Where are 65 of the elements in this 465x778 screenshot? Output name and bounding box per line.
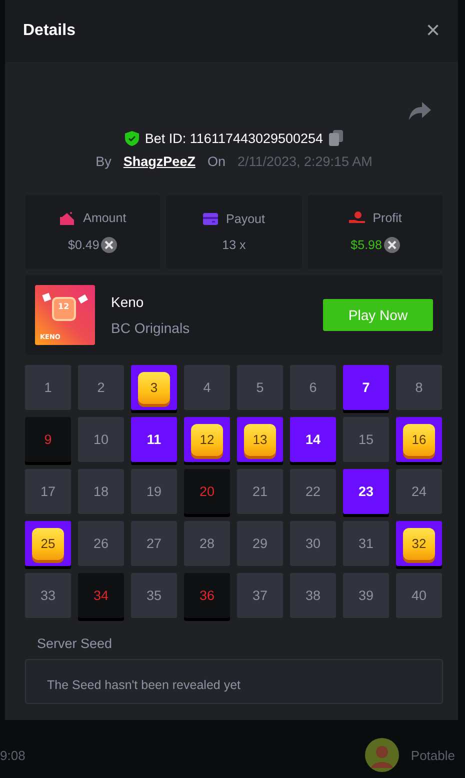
keno-tile: 33 <box>25 573 71 618</box>
bet-date: 2/11/2023, 2:29:15 AM <box>237 154 372 169</box>
keno-tile: 36 <box>184 573 230 618</box>
keno-tile: 24 <box>396 469 442 514</box>
keno-tile: 11 <box>131 417 177 462</box>
stat-label: Profit <box>372 211 402 225</box>
keno-tile: 1 <box>25 365 71 410</box>
seed-message: The Seed hasn't been revealed yet <box>47 678 240 692</box>
keno-tile: 18 <box>78 469 124 514</box>
keno-tile: 20 <box>184 469 230 514</box>
keno-tile: 30 <box>290 521 336 566</box>
keno-tile: 15 <box>343 417 389 462</box>
keno-tile: 5 <box>237 365 283 410</box>
shield-check-icon <box>124 130 139 146</box>
username-link[interactable]: ShagzPeeZ <box>123 154 196 169</box>
keno-tile: 14 <box>290 417 336 462</box>
keno-tile: 19 <box>131 469 177 514</box>
stat-label: Amount <box>83 211 126 225</box>
keno-tile: 8 <box>396 365 442 410</box>
keno-tile: 7 <box>343 365 389 410</box>
thumbnail-number: 12 <box>58 302 70 311</box>
keno-tile: 39 <box>343 573 389 618</box>
keno-tile: 4 <box>184 365 230 410</box>
keno-tile: 34 <box>78 573 124 618</box>
copy-icon[interactable] <box>329 130 344 146</box>
keno-tile: 17 <box>25 469 71 514</box>
keno-tile: 9 <box>25 417 71 462</box>
keno-tile: 38 <box>290 573 336 618</box>
player-name: Potable <box>410 748 455 762</box>
gem-number: 16 <box>403 424 435 456</box>
keno-tile: 22 <box>290 469 336 514</box>
keno-tile: 6 <box>290 365 336 410</box>
keno-tile: 29 <box>237 521 283 566</box>
keno-tile: 23 <box>343 469 389 514</box>
keno-tile: 21 <box>237 469 283 514</box>
server-seed-label: Server Seed <box>37 636 114 651</box>
keno-tile: 40 <box>396 573 442 618</box>
game-name: Keno <box>111 294 145 310</box>
keno-tile: 26 <box>78 521 124 566</box>
close-button[interactable]: × <box>422 19 444 43</box>
keno-tile: 37 <box>237 573 283 618</box>
stat-label: Payout <box>226 212 265 226</box>
share-icon[interactable] <box>409 102 431 120</box>
bet-id: Bet ID: 116117443029500254 <box>144 130 324 146</box>
by-label: By <box>96 154 112 169</box>
dialog-title: Details <box>23 22 76 40</box>
keno-tile: 35 <box>131 573 177 618</box>
gem-number: 13 <box>244 424 276 456</box>
card-icon <box>203 213 218 225</box>
stat-value: $5.98 <box>350 238 382 252</box>
keno-tile: 27 <box>131 521 177 566</box>
gem-number: 25 <box>32 528 64 560</box>
stat-value: $0.49 <box>68 238 100 252</box>
avatar-icon <box>364 738 399 772</box>
on-label: On <box>207 154 226 169</box>
game-provider: BC Originals <box>111 320 191 336</box>
time-text: 9:08 <box>0 748 26 762</box>
keno-tile: 2 <box>78 365 124 410</box>
stat-value: 13 x <box>222 238 246 252</box>
keno-tile: 28 <box>184 521 230 566</box>
keno-tile: 31 <box>343 521 389 566</box>
gem-number: 32 <box>403 528 435 560</box>
keno-tile: 10 <box>78 417 124 462</box>
gem-number: 3 <box>138 372 170 404</box>
gem-number: 12 <box>191 424 223 456</box>
